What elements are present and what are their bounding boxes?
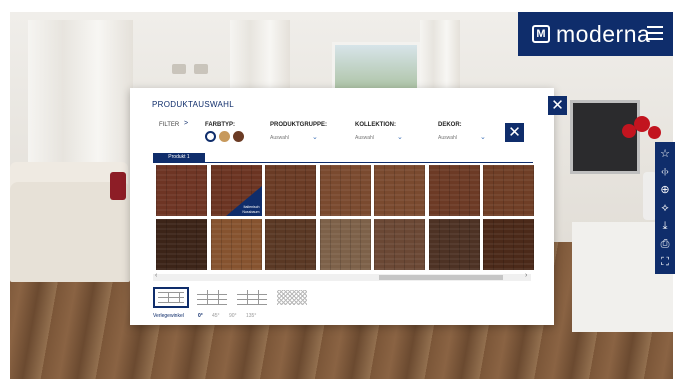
scroll-thumb[interactable] — [379, 275, 503, 280]
pattern-option-4[interactable] — [274, 287, 310, 308]
filter-label[interactable]: FILTER — [159, 122, 179, 128]
chevron-down-icon[interactable]: ⌄ — [480, 133, 486, 141]
chevron-down-icon[interactable]: ⌄ — [312, 133, 318, 141]
zoom-icon[interactable]: ⊕ — [656, 183, 674, 197]
star-icon[interactable]: ☆ — [656, 147, 674, 161]
product-tile[interactable] — [156, 219, 207, 270]
product-tab-underline — [153, 162, 533, 163]
link-icon[interactable]: ⟡ — [656, 201, 674, 215]
wood-texture — [428, 219, 480, 270]
product-tile[interactable] — [483, 219, 534, 270]
wood-texture — [319, 165, 371, 216]
modal-title: PRODUKTAUSWAHL — [152, 100, 234, 109]
pillow — [110, 172, 126, 200]
color-swatch-light[interactable] — [219, 131, 230, 142]
angle-option-90[interactable]: 90° — [229, 313, 237, 319]
angle-label: Verlegewinkel — [153, 313, 184, 319]
download-icon[interactable]: ⤓ — [656, 219, 674, 233]
brand-header: M moderna — [518, 12, 673, 56]
product-tile[interactable] — [374, 219, 425, 270]
wood-texture — [265, 219, 316, 270]
wood-texture — [265, 165, 316, 216]
wood-texture — [210, 219, 262, 270]
product-tile[interactable] — [210, 219, 262, 270]
chevron-down-icon[interactable]: ⌄ — [397, 133, 403, 141]
filter-produktgruppe-select[interactable]: Auswahl — [270, 135, 289, 141]
wood-texture — [374, 219, 425, 270]
wood-texture — [156, 219, 207, 270]
filter-farbtyp-label: FARBTYP: — [205, 122, 235, 128]
filter-chevron-icon[interactable]: > — [184, 120, 188, 127]
product-tile[interactable] — [265, 219, 316, 270]
filter-kollektion-select[interactable]: Auswahl — [355, 135, 374, 141]
clear-filter-button[interactable]: ✕ — [505, 123, 524, 142]
tool-sidebar: ☆ ‹|› ⊕ ⟡ ⤓ ⎙ ⛶ — [655, 142, 675, 274]
product-tab[interactable]: Produkt 1 — [153, 153, 205, 162]
wood-texture — [428, 165, 480, 216]
wood-texture — [483, 165, 534, 216]
brand-logo-icon: M — [532, 25, 550, 43]
color-swatch-dark[interactable] — [233, 131, 244, 142]
filter-dekor-label: DEKOR: — [438, 122, 462, 128]
product-tile[interactable] — [265, 165, 316, 216]
scroll-right-icon[interactable]: › — [525, 272, 527, 279]
angle-option-0[interactable]: 0° — [198, 313, 203, 319]
hamburger-menu-icon[interactable] — [647, 26, 663, 40]
wood-texture — [319, 219, 371, 270]
product-tile[interactable] — [156, 165, 207, 216]
pattern-option-2[interactable] — [194, 287, 230, 308]
flower — [648, 126, 661, 139]
close-modal-button[interactable]: ✕ — [548, 96, 567, 115]
ceiling-light — [172, 64, 186, 74]
print-icon[interactable]: ⎙ — [656, 237, 674, 251]
brand-name: moderna — [556, 20, 651, 47]
product-tile[interactable] — [319, 219, 371, 270]
product-tile[interactable] — [428, 165, 480, 216]
wood-texture — [374, 165, 425, 216]
color-swatch-white[interactable] — [205, 131, 216, 142]
fullscreen-icon[interactable]: ⛶ — [656, 255, 674, 269]
angle-option-45[interactable]: 45° — [212, 313, 220, 319]
product-tile[interactable] — [428, 219, 480, 270]
filter-produktgruppe-label: PRODUKTGRUPPE: — [270, 122, 328, 128]
pattern-option-3[interactable] — [234, 287, 270, 308]
wood-texture — [483, 219, 534, 270]
horizontal-scrollbar[interactable] — [153, 274, 531, 281]
wood-texture — [156, 165, 207, 216]
compare-icon[interactable]: ‹|› — [656, 165, 674, 179]
filter-dekor-select[interactable]: Auswahl — [438, 135, 457, 141]
selected-badge-text: Italienisch Nussbaum — [242, 205, 260, 214]
pattern-option-1[interactable] — [153, 287, 189, 308]
filter-kollektion-label: KOLLEKTION: — [355, 122, 396, 128]
scroll-left-icon[interactable]: ‹ — [155, 272, 157, 279]
product-tile[interactable]: Italienisch Nussbaum — [209, 164, 263, 217]
angle-option-135[interactable]: 135° — [246, 313, 256, 319]
ceiling-light — [194, 64, 208, 74]
product-tile[interactable] — [319, 165, 371, 216]
product-tile[interactable] — [483, 165, 534, 216]
product-tile[interactable] — [374, 165, 425, 216]
